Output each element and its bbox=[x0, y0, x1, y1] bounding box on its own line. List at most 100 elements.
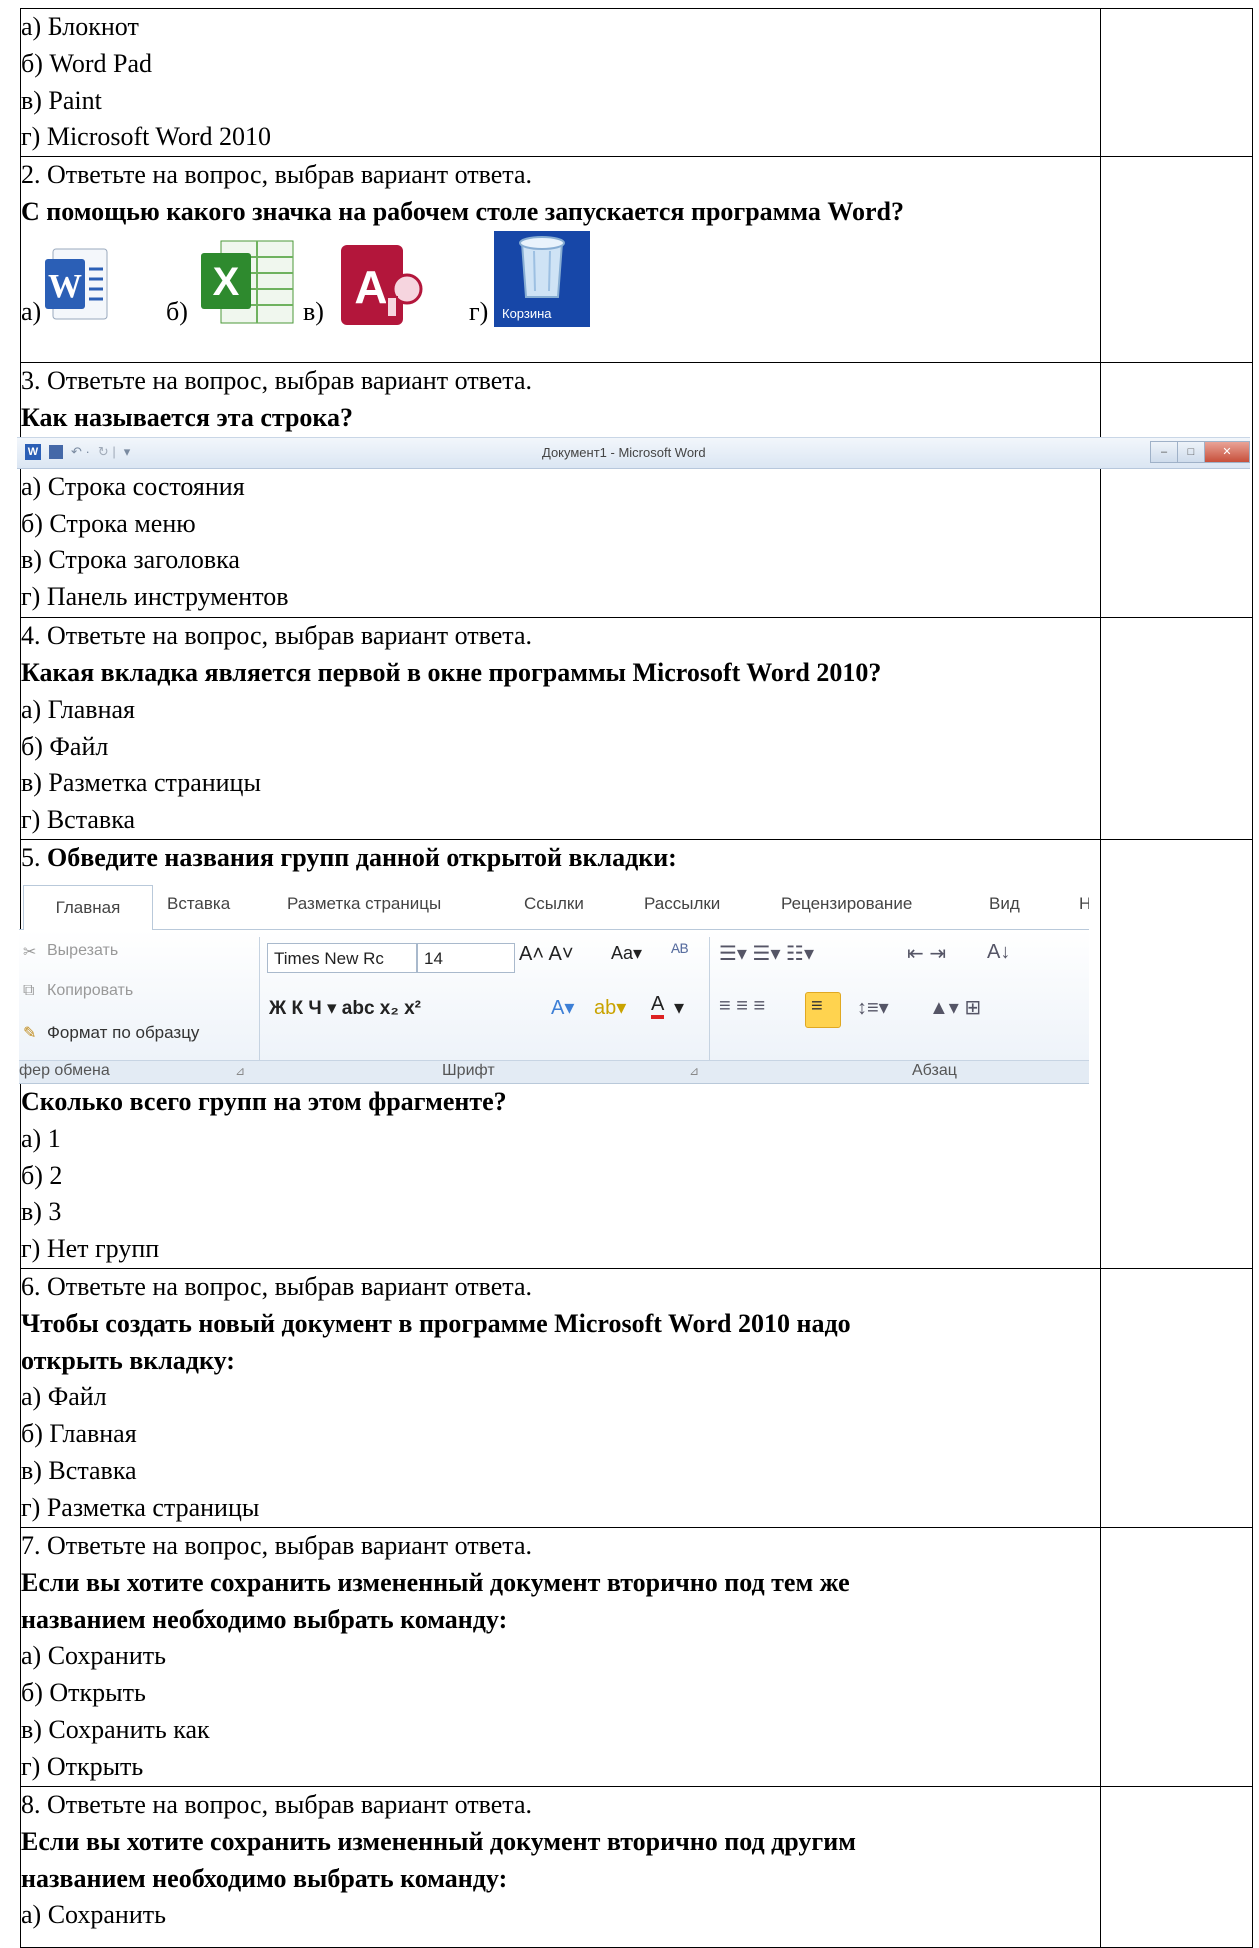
question-row-5: 5. Обведите названия групп данной открыт… bbox=[19, 839, 1253, 1269]
option: б) 2 bbox=[21, 1160, 63, 1190]
tab-page-layout: Разметка страницы bbox=[287, 893, 442, 913]
word-app-icon: W bbox=[25, 443, 41, 460]
ribbon-group-labels: фер обмена ⊿ Шрифт ⊿ Абзац bbox=[19, 1059, 1089, 1084]
answer-cell bbox=[1100, 839, 1253, 1269]
question-text: Чтобы создать новый документ в программе… bbox=[21, 1308, 851, 1338]
option: в) Paint bbox=[21, 85, 102, 115]
question-row-4: 4. Ответьте на вопрос, выбрав вариант от… bbox=[20, 617, 1253, 841]
answer-cell bbox=[1100, 7, 1253, 158]
option: г) Вставка bbox=[21, 805, 135, 835]
question-text: С помощью какого значка на рабочем столе… bbox=[21, 196, 904, 226]
question-text: Сколько всего групп на этом фрагменте? bbox=[21, 1086, 507, 1116]
question-text: названием необходимо выбрать команду: bbox=[21, 1863, 508, 1893]
tab-references: Ссылки bbox=[524, 893, 584, 913]
option: а) 1 bbox=[21, 1123, 61, 1153]
question-instruction: 8. Ответьте на вопрос, выбрав вариант от… bbox=[21, 1789, 532, 1819]
font-size-field: 14 bbox=[417, 942, 515, 973]
option: в) Разметка страницы bbox=[21, 768, 261, 798]
group-label-paragraph: Абзац bbox=[912, 1061, 957, 1079]
option: в) 3 bbox=[21, 1197, 62, 1227]
icon-choices: а) W б) X в) A г) Корзина bbox=[21, 230, 1100, 327]
excel-icon: X bbox=[201, 240, 294, 324]
grow-font-icon: A˄ A˅ bbox=[519, 942, 574, 965]
group-label-font: Шрифт bbox=[442, 1061, 495, 1079]
question-cell: 3. Ответьте на вопрос, выбрав вариант от… bbox=[17, 362, 1250, 619]
answer-cell bbox=[1100, 1526, 1253, 1787]
font-style-icons: Ж К Ч ▾ abc x₂ x² bbox=[269, 997, 421, 1019]
option: б) Строка меню bbox=[21, 508, 196, 538]
option: а) Сохранить bbox=[21, 1900, 166, 1930]
option: б) Главная bbox=[21, 1419, 137, 1449]
quick-access-toolbar: W ↶ · ↻ | ▾ bbox=[25, 443, 130, 460]
tab-insert: Вставка bbox=[167, 893, 231, 913]
copy-label: Копировать bbox=[47, 981, 134, 999]
copy-icon: ⧉ bbox=[23, 981, 35, 999]
font-color-icon: A bbox=[651, 993, 665, 1019]
svg-text:A: A bbox=[354, 261, 387, 313]
tab-view: Вид bbox=[989, 893, 1020, 913]
align-icons: ≡ ≡ ≡ bbox=[719, 994, 766, 1017]
question-cell: 5. Обведите названия групп данной открыт… bbox=[19, 839, 1101, 1269]
save-icon bbox=[49, 444, 63, 459]
tab-partial: Н bbox=[1079, 893, 1089, 913]
question-instruction: 2. Ответьте на вопрос, выбрав вариант от… bbox=[21, 160, 532, 190]
line-spacing-icon: ↕≡▾ bbox=[857, 996, 889, 1019]
question-number: 5. bbox=[21, 843, 41, 873]
option: г) Разметка страницы bbox=[21, 1492, 260, 1522]
option: г) Microsoft Word 2010 bbox=[21, 122, 272, 152]
indent-icons: ⇤ ⇥ bbox=[907, 942, 947, 965]
question-instruction: 6. Ответьте на вопрос, выбрав вариант от… bbox=[21, 1271, 532, 1301]
question-row-1: а) Блокнот б) Word Pad в) Paint г) Micro… bbox=[20, 7, 1253, 158]
question-cell: 4. Ответьте на вопрос, выбрав вариант от… bbox=[20, 617, 1101, 841]
answer-cell bbox=[1100, 617, 1253, 841]
choice-label: б) bbox=[166, 296, 188, 326]
minimize-icon: – bbox=[1150, 440, 1178, 463]
question-instruction: 3. Ответьте на вопрос, выбрав вариант от… bbox=[21, 366, 532, 396]
question-row-7: 7. Ответьте на вопрос, выбрав вариант от… bbox=[20, 1526, 1253, 1787]
tab-review: Рецензирование bbox=[781, 893, 913, 913]
option: в) Сохранить как bbox=[21, 1714, 210, 1744]
option: б) Word Pad bbox=[21, 48, 153, 78]
question-cell: 8. Ответьте на вопрос, выбрав вариант от… bbox=[20, 1785, 1101, 1948]
question-text: Если вы хотите сохранить измененный доку… bbox=[21, 1567, 850, 1597]
question-cell: 2. Ответьте на вопрос, выбрав вариант от… bbox=[20, 156, 1101, 364]
cut-label: Вырезать bbox=[47, 941, 119, 959]
ribbon-tabs: Главная Вставка Разметка страницы Ссылки… bbox=[19, 879, 1089, 931]
question-cell: а) Блокнот б) Word Pad в) Paint г) Micro… bbox=[20, 7, 1101, 158]
option: б) Файл bbox=[21, 731, 109, 761]
option: г) Открыть bbox=[21, 1751, 144, 1781]
svg-text:W: W bbox=[48, 268, 82, 305]
option: а) Блокнот bbox=[21, 12, 139, 41]
choice-label: в) bbox=[303, 296, 324, 326]
tab-mailings: Рассылки bbox=[644, 893, 721, 913]
shading-icon: ▲▾ ⊞ bbox=[929, 996, 982, 1019]
option: г) Нет групп bbox=[21, 1234, 160, 1264]
group-label-clipboard: фер обмена bbox=[19, 1061, 110, 1079]
option: г) Панель инструментов bbox=[21, 582, 289, 612]
maximize-icon: □ bbox=[1177, 440, 1205, 463]
question-row-3: 3. Ответьте на вопрос, выбрав вариант от… bbox=[17, 362, 1253, 619]
word-title-bar: W ↶ · ↻ | ▾ Документ1 - Microsoft Word –… bbox=[17, 436, 1250, 469]
dialog-launcher-icon: ⊿ bbox=[689, 1063, 700, 1078]
option: в) Вставка bbox=[21, 1455, 137, 1485]
choice-label: г) bbox=[469, 296, 489, 326]
option: в) Строка заголовка bbox=[21, 545, 240, 575]
format-painter-icon: ✎ bbox=[23, 1024, 37, 1042]
choice-label: а) bbox=[21, 296, 42, 326]
dialog-launcher-icon: ⊿ bbox=[235, 1063, 246, 1078]
question-row-8: 8. Ответьте на вопрос, выбрав вариант от… bbox=[20, 1785, 1253, 1948]
option: а) Строка состояния bbox=[21, 471, 245, 501]
question-text: открыть вкладку: bbox=[21, 1345, 235, 1375]
undo-icon: ↶ · bbox=[71, 443, 90, 459]
answer-cell bbox=[1100, 1785, 1253, 1948]
window-title: Документ1 - Microsoft Word bbox=[542, 444, 706, 460]
question-instruction: 4. Ответьте на вопрос, выбрав вариант от… bbox=[21, 621, 532, 651]
quiz-table: а) Блокнот б) Word Pad в) Paint г) Micro… bbox=[17, 7, 1253, 1948]
recycle-bin-icon: Корзина bbox=[494, 230, 590, 327]
question-cell: 7. Ответьте на вопрос, выбрав вариант от… bbox=[20, 1526, 1101, 1787]
question-text: Как называется эта строка? bbox=[21, 402, 353, 432]
cut-icon: ✂ bbox=[23, 943, 37, 961]
access-icon: A bbox=[341, 244, 423, 325]
font-color-dropdown-icon: ▾ bbox=[674, 996, 685, 1019]
window-controls: – □ ✕ bbox=[1150, 440, 1250, 463]
